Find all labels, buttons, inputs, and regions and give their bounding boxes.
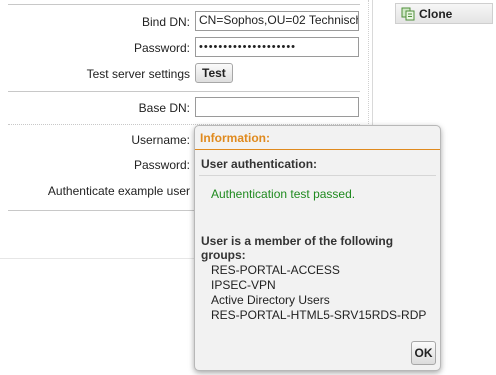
group-list: RES-PORTAL-ACCESS IPSEC-VPN Active Direc… — [211, 263, 426, 323]
auth-success-message: Authentication test passed. — [211, 187, 356, 201]
base-dn-input[interactable] — [195, 97, 359, 117]
ok-button[interactable]: OK — [411, 341, 436, 365]
bind-dn-label: Bind DN: — [141, 15, 190, 29]
top-divider — [8, 4, 360, 5]
middle-divider — [8, 91, 360, 92]
bind-dn-row: Bind DN: CN=Sophos,OU=02 Technische — [0, 11, 368, 33]
password-row: Password: •••••••••••••••••••• — [0, 37, 368, 59]
password-label: Password: — [133, 41, 190, 55]
authenticate-label: Authenticate example user — [47, 184, 190, 198]
clone-label: Clone — [419, 7, 453, 21]
group-item: Active Directory Users — [211, 293, 330, 307]
information-dialog: Information: User authentication: Authen… — [194, 125, 441, 371]
test-server-row: Test server settings Test — [0, 63, 368, 85]
groups-heading: User is a member of the following groups… — [201, 234, 394, 262]
base-dn-label: Base DN: — [138, 101, 190, 115]
dialog-title-bar: Information: — [195, 126, 440, 150]
password-input[interactable]: •••••••••••••••••••• — [195, 37, 359, 57]
test-button[interactable]: Test — [195, 63, 233, 83]
clone-button[interactable]: Clone — [395, 3, 493, 24]
user-auth-heading: User authentication: — [201, 157, 318, 171]
dialog-separator — [199, 175, 436, 176]
dialog-title: Information: — [200, 131, 270, 145]
base-dn-row: Base DN: — [0, 97, 368, 119]
group-item: IPSEC-VPN — [211, 278, 276, 292]
bind-dn-input[interactable]: CN=Sophos,OU=02 Technische — [195, 11, 359, 31]
group-item: RES-PORTAL-ACCESS — [211, 263, 340, 277]
clone-icon — [401, 7, 415, 21]
username-label: Username: — [131, 133, 190, 147]
test-server-label: Test server settings — [86, 67, 190, 81]
password2-label: Password: — [133, 158, 190, 172]
group-item: RES-PORTAL-HTML5-SRV15RDS-RDP — [211, 308, 427, 322]
